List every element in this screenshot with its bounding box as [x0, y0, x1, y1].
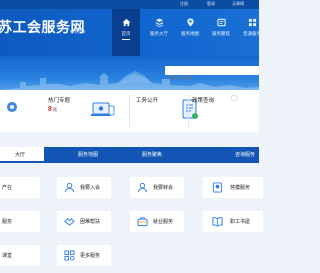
tab-service-hall[interactable]: 大厅: [0, 147, 44, 163]
nav-service-focus[interactable]: 服务聚焦: [207, 9, 235, 56]
service-label: 我要入会: [80, 185, 101, 191]
model-worker-icon: [212, 182, 223, 193]
service-card-bookstore[interactable]: 职工书屋: [203, 211, 263, 232]
info-divider: [188, 95, 189, 127]
tab-service-map[interactable]: 服务地图: [64, 147, 112, 163]
service-card[interactable]: 服务: [0, 211, 40, 232]
nav-more-services[interactable]: 普通服务: [238, 9, 266, 56]
service-label: 我要转会: [153, 185, 174, 191]
hot-topics-title: 热门专题: [48, 98, 71, 104]
service-label: 劳模服务: [230, 185, 251, 191]
hot-topics-unit: 项: [52, 107, 57, 112]
work-public-title: 工务公开: [136, 98, 159, 104]
info-divider: [129, 95, 130, 127]
city-name: 南京市: [73, 29, 86, 34]
register-link[interactable]: 注册: [180, 1, 188, 7]
grid-icon: [248, 18, 256, 27]
service-card-model-worker[interactable]: 劳模服务: [203, 177, 263, 198]
service-card[interactable]: 课堂: [0, 245, 40, 266]
city-selector[interactable]: ⌖南京市: [70, 29, 86, 35]
policy-query-title: 政策查询: [192, 98, 215, 104]
nav-service-map[interactable]: 服务地图: [176, 9, 204, 56]
service-card-more[interactable]: 更多服务: [57, 245, 111, 266]
accessibility-link[interactable]: 无障碍: [232, 1, 244, 7]
service-card-transfer[interactable]: 我要转会: [130, 177, 184, 198]
service-card-employment[interactable]: 就业服务: [130, 211, 184, 232]
join-union-icon: [64, 182, 75, 193]
service-card[interactable]: 产在: [0, 177, 40, 198]
topic-screen-icon: [91, 102, 115, 116]
nav-more-services-label: 普通服务: [243, 31, 261, 36]
service-label: 服务: [2, 219, 13, 225]
work-public-block[interactable]: 工务公开: [136, 90, 198, 132]
tab-service-focus[interactable]: 服务聚焦: [128, 147, 176, 163]
service-card-hardship[interactable]: 困难帮扶: [57, 211, 111, 232]
more-services-icon: [64, 250, 75, 261]
policy-query-block[interactable]: 政策查询: [192, 90, 259, 132]
top-utility-bar: 注册 登录 无障碍: [0, 0, 259, 9]
hot-topics-count: 8项: [48, 106, 57, 113]
topic-bulb-icon: [7, 102, 17, 112]
nav-service-focus-label: 服务聚焦: [212, 31, 230, 36]
search-box: [165, 66, 259, 82]
nav-home[interactable]: 首页: [112, 9, 140, 56]
nav-home-label: 首页: [112, 31, 140, 40]
login-link[interactable]: 登录: [207, 1, 215, 7]
service-label: 困难帮扶: [80, 219, 101, 225]
book-icon: [212, 217, 223, 227]
nav-service-hall-label: 服务大厅: [150, 31, 168, 36]
service-label: 职工书屋: [230, 219, 251, 225]
hot-topics-block[interactable]: 热门专题 8项: [48, 90, 118, 132]
service-card-join[interactable]: 我要入会: [57, 177, 111, 198]
nav-service-hall[interactable]: 服务大厅: [145, 9, 173, 56]
policy-icon: [230, 94, 238, 102]
search-input[interactable]: [165, 73, 255, 82]
service-label: 就业服务: [153, 219, 174, 225]
service-focus-icon: [216, 18, 226, 27]
tab-consult-service[interactable]: 咨询服务: [221, 147, 269, 163]
service-hall-icon: [155, 18, 163, 27]
location-pin-icon: ⌖: [70, 29, 73, 35]
service-label: 产在: [2, 185, 13, 191]
handshake-icon: [64, 218, 75, 226]
home-icon: [121, 18, 131, 27]
service-label: 更多服务: [80, 253, 101, 259]
transfer-union-icon: [137, 182, 148, 193]
service-label: 课堂: [2, 253, 13, 259]
hot-topics-number: 8: [48, 106, 52, 113]
briefcase-icon: [137, 217, 148, 227]
service-map-icon: [186, 18, 194, 27]
nav-service-map-label: 服务地图: [181, 31, 199, 36]
